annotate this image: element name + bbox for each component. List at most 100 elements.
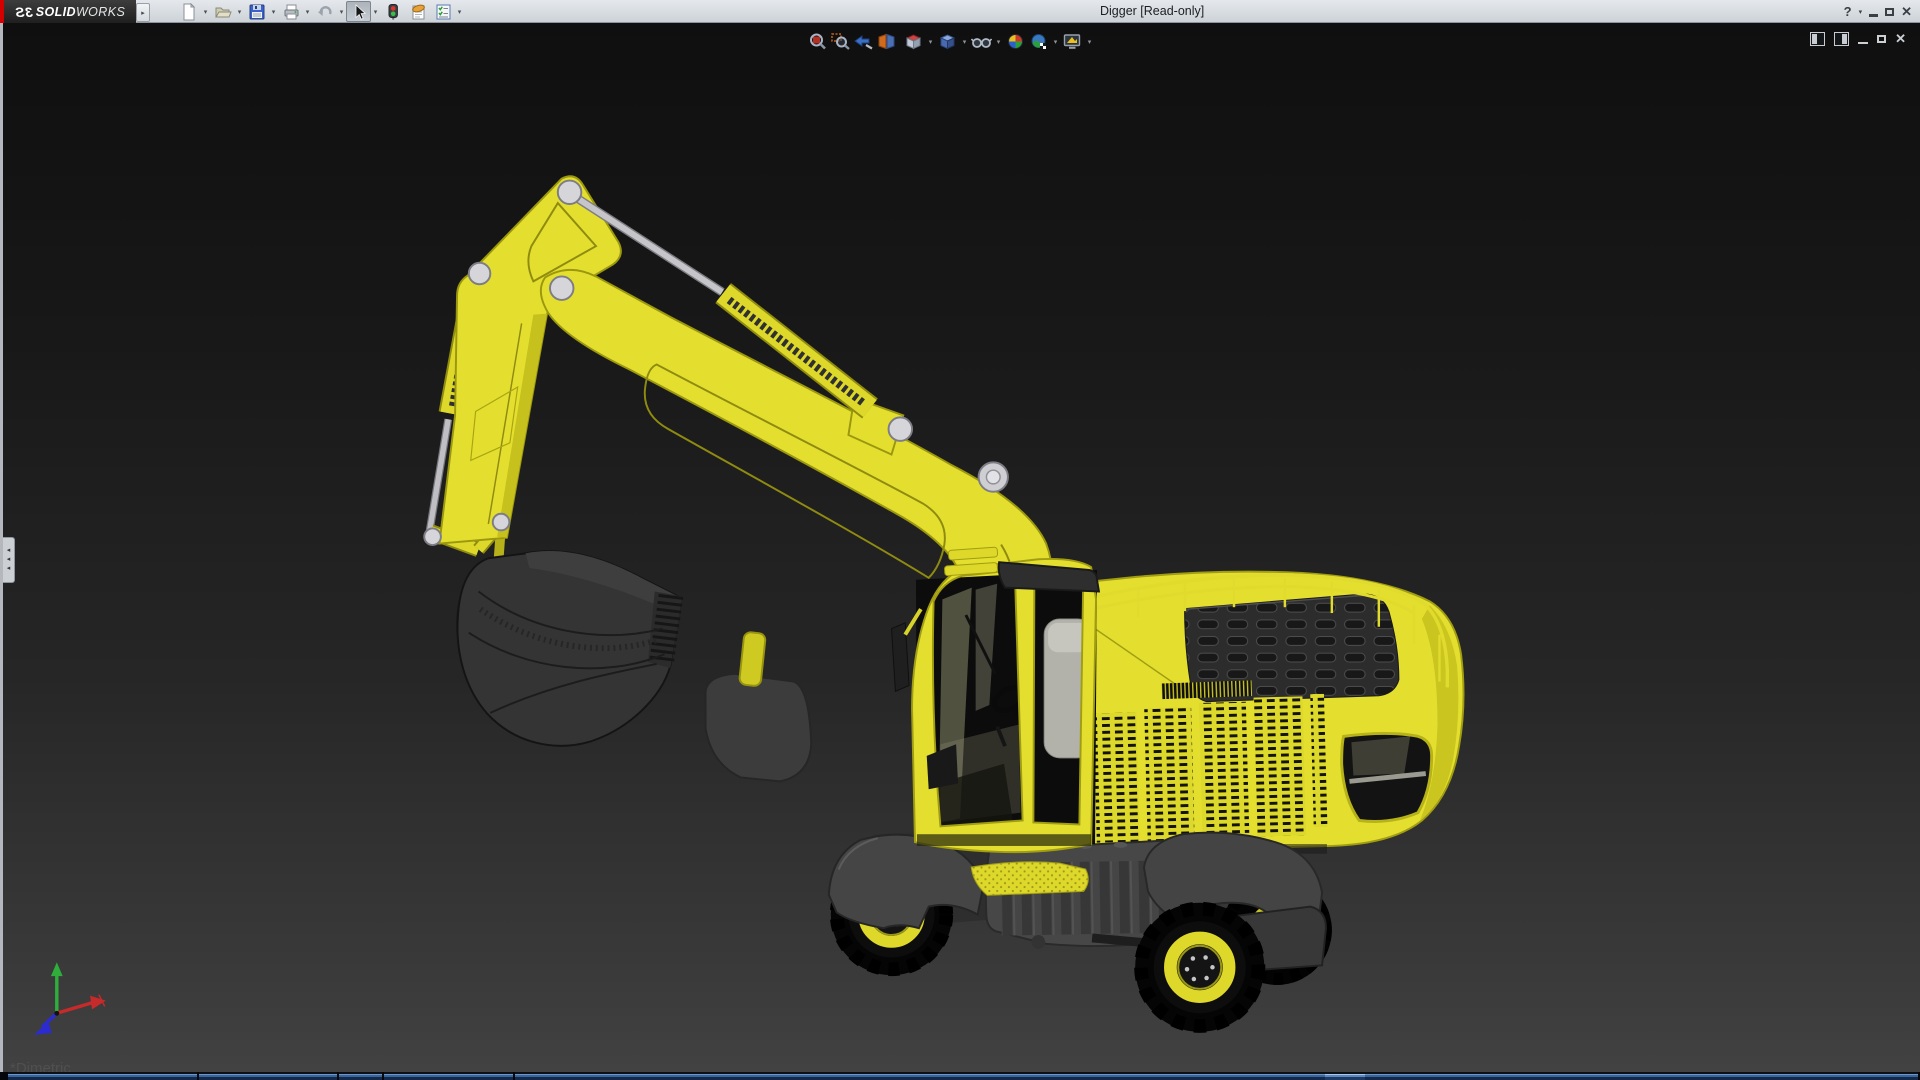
minimize-app-button[interactable]: [1869, 14, 1878, 17]
window-controls: ? ▾ ✕: [1844, 0, 1912, 23]
window-title: Digger [Read-only]: [1100, 0, 1204, 23]
left-pane-icon: [1812, 34, 1817, 44]
zoom-to-area-button[interactable]: [829, 32, 852, 51]
rebuild-button[interactable]: [380, 1, 405, 22]
toggle-left-pane-button[interactable]: [1810, 32, 1825, 46]
title-bar[interactable]: 3S SOLIDWORKS ▸ ▾ ▾: [0, 0, 1920, 23]
right-pane-icon: [1842, 34, 1847, 44]
brand-name-light: WORKS: [76, 5, 125, 19]
taskbar-button-edge[interactable]: [199, 1072, 337, 1080]
help-dropdown-arrow[interactable]: ▾: [1859, 8, 1863, 16]
hide-show-items-dropdown-arrow[interactable]: ▾: [993, 38, 1004, 46]
view-orientation-label: *Dimetric: [10, 1060, 71, 1072]
stick-arm[interactable]: [439, 176, 620, 543]
select-dropdown-arrow[interactable]: ▾: [371, 8, 380, 16]
side-grilles: [1093, 694, 1328, 845]
taskbar-highlight: [1325, 1072, 1365, 1080]
bucket[interactable]: [457, 551, 683, 746]
new-document-button[interactable]: [176, 1, 201, 22]
new-dropdown-arrow[interactable]: ▾: [201, 8, 210, 16]
section-view-icon: [877, 33, 896, 50]
display-style-dropdown-arrow[interactable]: ▾: [959, 38, 970, 46]
options-checklist-icon: [434, 3, 452, 21]
print-button[interactable]: [278, 1, 303, 22]
display-style-button[interactable]: [936, 32, 959, 51]
section-view-button[interactable]: [875, 32, 898, 51]
rear-wheel[interactable]: [1135, 903, 1264, 1032]
save-icon: [248, 3, 266, 21]
excavator-model[interactable]: [424, 176, 1463, 1032]
panel-collapse-arrow-icon: ◂: [7, 556, 11, 564]
restore-document-button[interactable]: [1877, 35, 1886, 43]
standard-toolbar: ▾ ▾ ▾: [176, 0, 464, 23]
view-orientation-icon: [904, 33, 923, 50]
model-canvas[interactable]: [0, 23, 1920, 1072]
apply-scene-dropdown-arrow[interactable]: ▾: [1050, 38, 1061, 46]
edit-appearance-button[interactable]: [1004, 32, 1027, 51]
menu-expand-button[interactable]: ▸: [136, 3, 150, 22]
orientation-triad[interactable]: [34, 962, 105, 1034]
select-cursor-icon: [350, 3, 368, 21]
save-button[interactable]: [244, 1, 269, 22]
print-icon: [282, 3, 300, 21]
previous-view-button[interactable]: [852, 32, 875, 51]
open-document-icon: [214, 3, 232, 21]
upper-body[interactable]: [1061, 572, 1464, 854]
save-dropdown-arrow[interactable]: ▾: [269, 8, 278, 16]
far-side-front-fender[interactable]: [706, 632, 812, 782]
deck-vent-strip: [1162, 680, 1253, 699]
view-orientation-dropdown-arrow[interactable]: ▾: [925, 38, 936, 46]
apply-scene-icon: [1029, 33, 1048, 50]
rear-window: [1342, 733, 1432, 821]
hide-show-items-icon: [971, 33, 992, 50]
undo-icon: [316, 3, 334, 21]
close-document-button[interactable]: ✕: [1895, 33, 1906, 45]
panel-collapse-arrow-icon: ◂: [7, 565, 11, 573]
taskbar-button-edge[interactable]: [8, 1072, 197, 1080]
options-dropdown-arrow[interactable]: ▾: [455, 8, 464, 16]
undo-button[interactable]: [312, 1, 337, 22]
view-settings-dropdown-arrow[interactable]: ▾: [1084, 38, 1095, 46]
solidworks-logo: 3S SOLIDWORKS: [4, 0, 136, 23]
open-document-button[interactable]: [210, 1, 235, 22]
options-button[interactable]: [430, 1, 455, 22]
view-settings-icon: [1063, 33, 1082, 50]
hide-show-items-button[interactable]: [970, 32, 993, 51]
previous-view-icon: [854, 33, 873, 50]
view-orientation-button[interactable]: [902, 32, 925, 51]
rear-undercarriage[interactable]: [1135, 833, 1332, 1032]
expand-feature-panel-button[interactable]: ◂ ◂ ◂: [3, 537, 15, 583]
zoom-to-fit-icon: [808, 33, 827, 50]
rebuild-traffic-light-icon: [384, 3, 402, 21]
solidworks-window: 3S SOLIDWORKS ▸ ▾ ▾: [0, 0, 1920, 1080]
taskbar-button-edge[interactable]: [339, 1072, 382, 1080]
apply-scene-button[interactable]: [1027, 32, 1050, 51]
taskbar-edge[interactable]: [0, 1072, 1920, 1080]
display-style-icon: [938, 33, 957, 50]
graphics-area[interactable]: ▾ ▾ ▾: [0, 23, 1920, 1072]
brand-name-strong: SOLID: [36, 5, 76, 19]
edit-appearance-icon: [1006, 33, 1025, 50]
help-button[interactable]: ?: [1844, 4, 1852, 19]
new-document-icon: [180, 3, 198, 21]
restore-app-button[interactable]: [1885, 8, 1894, 16]
print-dropdown-arrow[interactable]: ▾: [303, 8, 312, 16]
taskbar-button-edge[interactable]: [515, 1072, 1918, 1080]
menu-expand-arrow-icon: ▸: [141, 9, 145, 17]
cab[interactable]: [892, 547, 1099, 895]
heads-up-view-toolbar: ▾ ▾ ▾: [806, 32, 1095, 51]
open-dropdown-arrow[interactable]: ▾: [235, 8, 244, 16]
solidworks-logo-mark: 3S: [15, 4, 33, 20]
minimize-document-button[interactable]: [1858, 42, 1868, 44]
view-settings-button[interactable]: [1061, 32, 1084, 51]
select-button[interactable]: [346, 1, 371, 22]
undo-dropdown-arrow[interactable]: ▾: [337, 8, 346, 16]
zoom-to-fit-button[interactable]: [806, 32, 829, 51]
zoom-to-area-icon: [831, 33, 850, 50]
taskbar-button-edge[interactable]: [384, 1072, 513, 1080]
file-properties-icon: [409, 3, 427, 21]
toggle-right-pane-button[interactable]: [1834, 32, 1849, 46]
document-window-controls: ✕: [1810, 32, 1906, 46]
close-app-button[interactable]: ✕: [1901, 4, 1912, 20]
file-properties-button[interactable]: [405, 1, 430, 22]
